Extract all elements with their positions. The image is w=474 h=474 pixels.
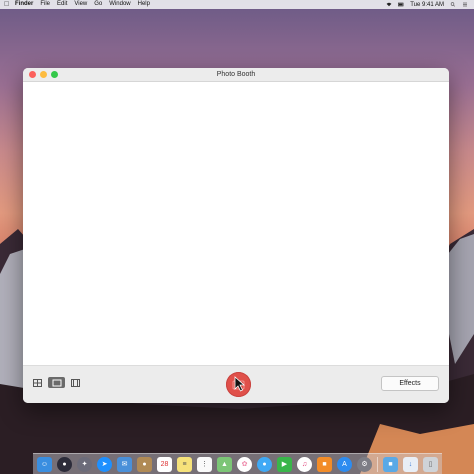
- film-strip-icon: [71, 378, 80, 387]
- notification-center-icon[interactable]: [462, 2, 468, 7]
- apple-menu-icon[interactable]: : [4, 1, 10, 8]
- video-button[interactable]: [67, 377, 84, 388]
- menu-file[interactable]: File: [40, 0, 50, 9]
- contacts-icon[interactable]: ●: [137, 456, 152, 472]
- calendar-day: 28: [160, 460, 169, 468]
- four-photos-button[interactable]: [29, 377, 46, 388]
- menu-go[interactable]: Go: [94, 0, 102, 9]
- siri-icon[interactable]: ●: [57, 456, 72, 472]
- zoom-button[interactable]: [51, 71, 58, 78]
- system-preferences-icon[interactable]: ⚙: [357, 456, 372, 472]
- mouse-pointer-icon: [234, 376, 246, 392]
- menu-window[interactable]: Window: [109, 0, 130, 9]
- battery-icon[interactable]: [398, 2, 404, 7]
- launchpad-icon[interactable]: ✦: [77, 456, 92, 472]
- menu-help[interactable]: Help: [138, 0, 150, 9]
- dock: ☺ ● ✦ ➤ ✉ ● 28 ≡ ⋮ ▲ ✿ ● ▶ ♫ ■ A ⚙ ■ ↓ ▯: [33, 453, 442, 474]
- grid-icon: [33, 378, 42, 387]
- camera-preview: [23, 82, 449, 366]
- ibooks-icon[interactable]: ■: [317, 456, 332, 472]
- single-photo-button[interactable]: [48, 377, 65, 388]
- dock-separator: [377, 456, 378, 472]
- minimize-button[interactable]: [40, 71, 47, 78]
- close-button[interactable]: [29, 71, 36, 78]
- spotlight-icon[interactable]: [450, 2, 456, 7]
- window-title: Photo Booth: [216, 71, 256, 78]
- menu-bar:  Finder File Edit View Go Window Help T…: [0, 0, 474, 9]
- trash-icon[interactable]: ▯: [423, 456, 438, 472]
- title-bar[interactable]: Photo Booth: [23, 68, 449, 82]
- bottom-toolbar: Effects: [23, 365, 449, 403]
- safari-icon[interactable]: ➤: [97, 456, 112, 472]
- photo-booth-window: Photo Booth Effects: [23, 68, 449, 403]
- folder-icon[interactable]: ■: [383, 456, 398, 472]
- itunes-icon[interactable]: ♫: [297, 456, 312, 472]
- finder-icon[interactable]: ☺: [37, 456, 52, 472]
- app-store-icon[interactable]: A: [337, 456, 352, 472]
- maps-icon[interactable]: ▲: [217, 456, 232, 472]
- menu-clock[interactable]: Tue 9:41 AM: [410, 2, 444, 8]
- photos-icon[interactable]: ✿: [237, 456, 252, 472]
- menu-edit[interactable]: Edit: [57, 0, 67, 9]
- downloads-icon[interactable]: ↓: [403, 456, 418, 472]
- menu-view[interactable]: View: [74, 0, 87, 9]
- menu-app-name[interactable]: Finder: [15, 0, 33, 9]
- notes-icon[interactable]: ≡: [177, 456, 192, 472]
- messages-icon[interactable]: ●: [257, 456, 272, 472]
- single-frame-icon: [52, 379, 61, 386]
- mail-icon[interactable]: ✉: [117, 456, 132, 472]
- facetime-icon[interactable]: ▶: [277, 456, 292, 472]
- effects-button[interactable]: Effects: [381, 376, 439, 391]
- wifi-icon[interactable]: [386, 2, 392, 7]
- reminders-icon[interactable]: ⋮: [197, 456, 212, 472]
- calendar-icon[interactable]: 28: [157, 456, 172, 472]
